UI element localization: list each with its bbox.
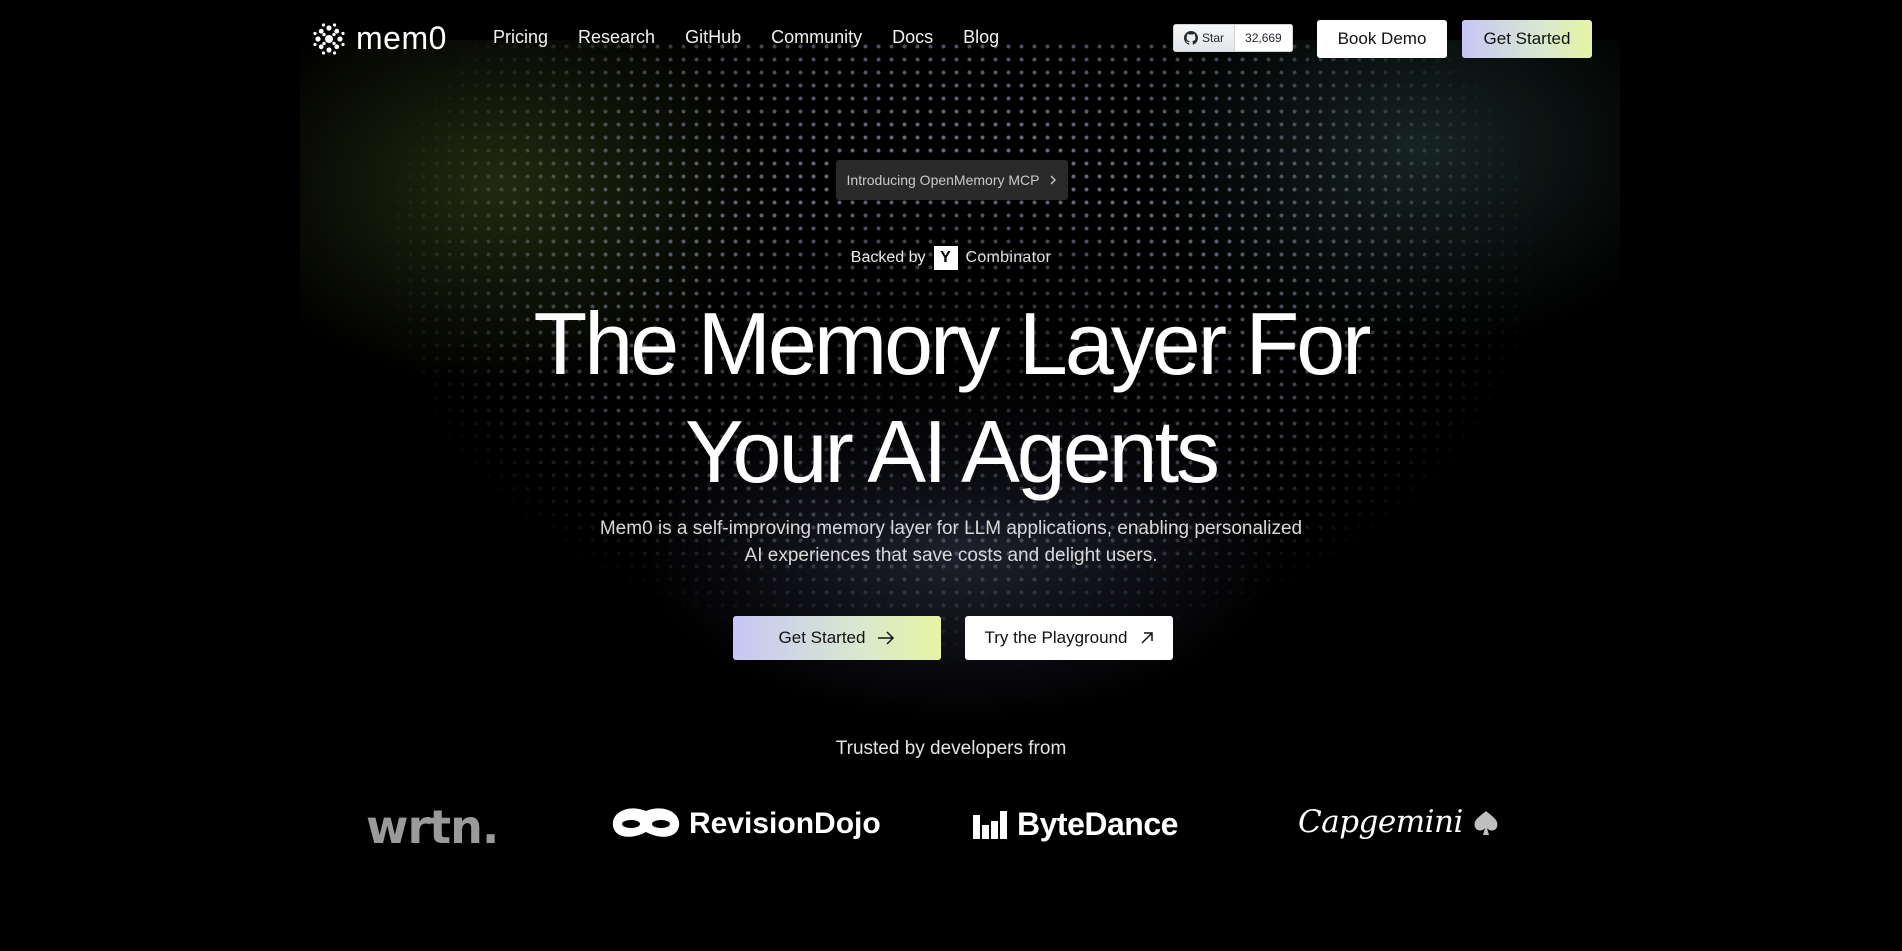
- headline-line-1: The Memory Layer For: [533, 294, 1372, 393]
- backed-by-label: Backed by: [850, 249, 926, 266]
- nav-get-started-button[interactable]: Get Started: [1462, 20, 1592, 58]
- bytedance-bars-icon: [973, 810, 1007, 839]
- revisiondojo-wordmark: RevisionDojo: [689, 807, 881, 840]
- brand-name: mem0: [356, 20, 447, 56]
- capgemini-logo: Capgemini: [1298, 804, 1501, 840]
- bytedance-logo: ByteDance: [973, 806, 1178, 843]
- try-playground-button[interactable]: Try the Playground: [965, 616, 1173, 660]
- github-star-button[interactable]: Star: [1173, 24, 1236, 52]
- announcement-pill[interactable]: Introducing OpenMemory MCP: [836, 160, 1068, 200]
- nav-link-github[interactable]: GitHub: [685, 27, 741, 48]
- y-combinator-name: Combinator: [965, 249, 1052, 266]
- nav-link-blog[interactable]: Blog: [963, 27, 999, 48]
- try-playground-label: Try the Playground: [984, 628, 1128, 647]
- wrtn-logo: wrtn.: [366, 800, 499, 854]
- subtitle-line-2: AI experiences that save costs and delig…: [744, 545, 1158, 566]
- book-demo-button[interactable]: Book Demo: [1317, 20, 1447, 58]
- nav-link-docs[interactable]: Docs: [892, 27, 933, 48]
- mem0-logo-icon: [313, 22, 345, 55]
- nav-links: Pricing Research GitHub Community Docs B…: [493, 27, 999, 48]
- brand-logo[interactable]: mem0: [312, 20, 447, 57]
- subtitle-line-1: Mem0 is a self-improving memory layer fo…: [599, 518, 1303, 539]
- revisiondojo-logo: RevisionDojo: [611, 806, 881, 842]
- hero-get-started-button[interactable]: Get Started: [733, 616, 941, 660]
- nav-link-community[interactable]: Community: [771, 27, 862, 48]
- hero-get-started-label: Get Started: [778, 628, 866, 647]
- announcement-text: Introducing OpenMemory MCP: [846, 172, 1040, 188]
- chevron-right-icon: [1050, 175, 1057, 185]
- bytedance-wordmark: ByteDance: [1017, 806, 1178, 842]
- top-navbar: mem0 Pricing Research GitHub Community D…: [0, 0, 1902, 78]
- hero-headline: The Memory Layer For Your AI Agents: [0, 290, 1902, 506]
- arrow-right-icon: [878, 631, 895, 645]
- customer-logos: wrtn. RevisionDojo ByteDance Capgemini: [0, 800, 1902, 854]
- trusted-by-label: Trusted by developers from: [835, 738, 1067, 759]
- hero-subtitle: Mem0 is a self-improving memory layer fo…: [0, 515, 1902, 569]
- spade-icon: [1474, 811, 1498, 835]
- mask-icon: [612, 808, 680, 837]
- arrow-up-right-icon: [1140, 632, 1153, 644]
- nav-link-research[interactable]: Research: [578, 27, 655, 48]
- capgemini-wordmark: Capgemini: [1298, 804, 1463, 840]
- nav-link-pricing[interactable]: Pricing: [493, 27, 548, 48]
- github-icon: [1184, 31, 1198, 45]
- github-star-count[interactable]: 32,669: [1235, 24, 1293, 52]
- backed-by-badge: Backed by Y Combinator: [0, 246, 1902, 270]
- github-star-widget[interactable]: Star 32,669: [1173, 24, 1293, 52]
- github-star-label: Star: [1202, 31, 1225, 45]
- headline-line-2: Your AI Agents: [684, 402, 1220, 501]
- y-combinator-logo-icon: Y: [933, 246, 958, 270]
